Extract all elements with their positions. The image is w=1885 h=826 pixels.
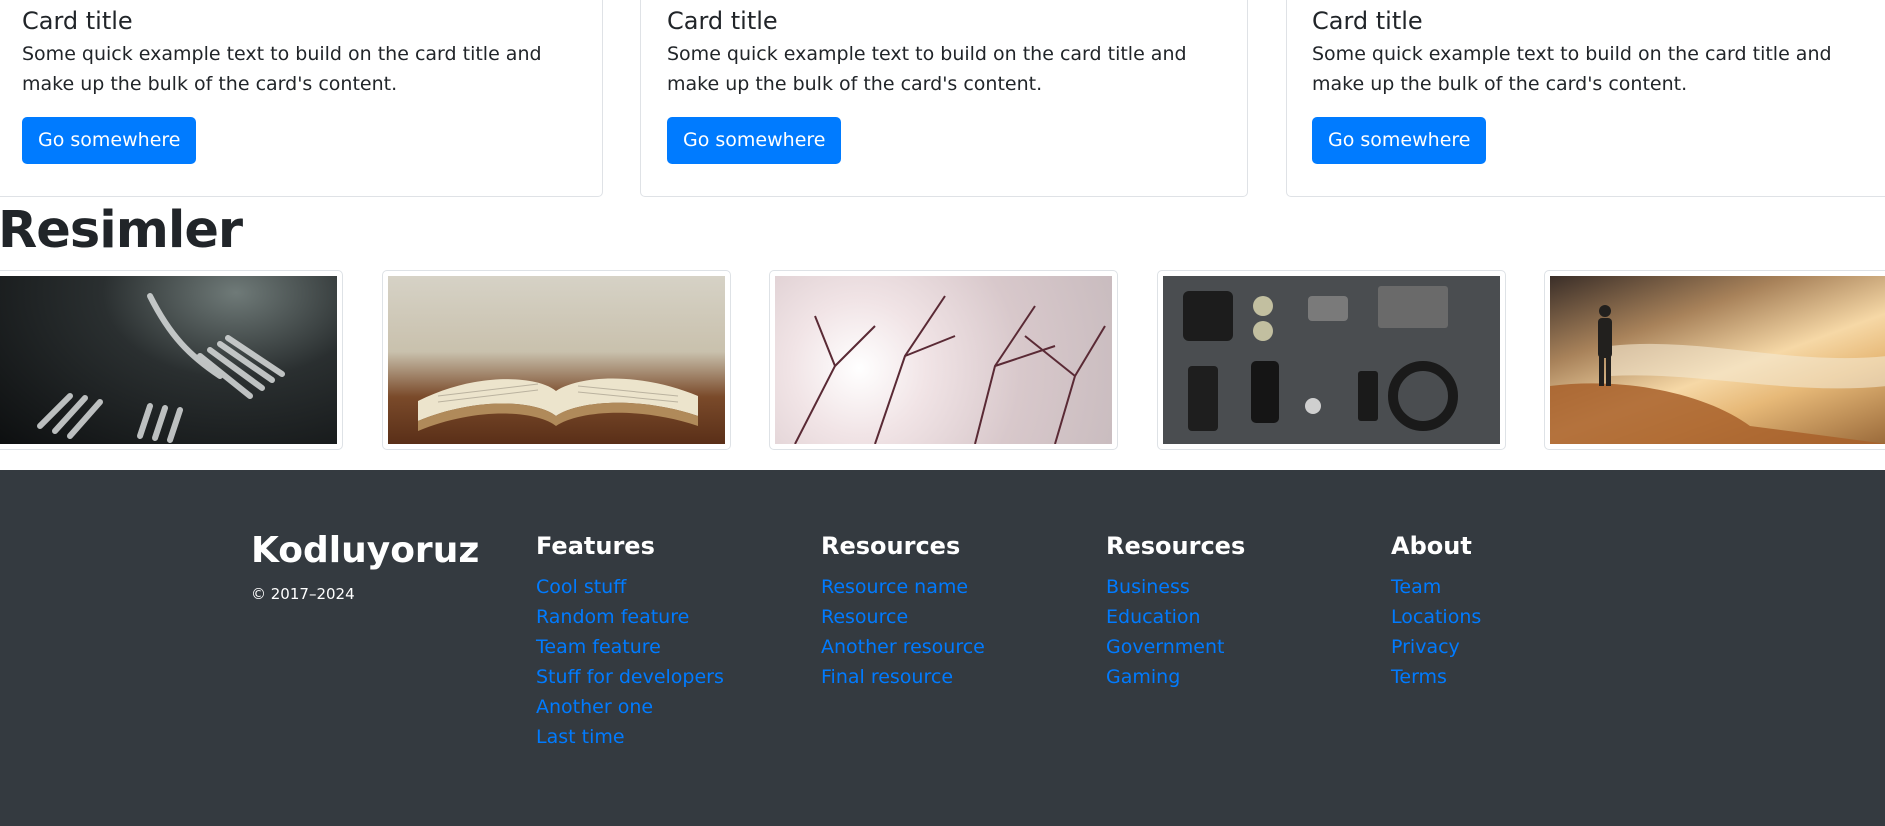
footer-link[interactable]: Final resource xyxy=(821,666,953,688)
footer-link-list: Cool stuff Random feature Team feature S… xyxy=(536,572,724,752)
gallery-thumbnail[interactable] xyxy=(382,270,731,450)
footer-link[interactable]: Privacy xyxy=(1391,636,1460,658)
footer-link[interactable]: Terms xyxy=(1391,666,1447,688)
go-somewhere-button[interactable]: Go somewhere xyxy=(1312,117,1487,164)
branches-illustration xyxy=(794,295,1106,444)
footer-link[interactable]: Education xyxy=(1106,606,1201,628)
footer-copyright: © 2017–2024 xyxy=(251,585,355,603)
footer-link[interactable]: Locations xyxy=(1391,606,1481,628)
card: Card title Some quick example text to bu… xyxy=(640,0,1248,197)
footer: Kodluyoruz © 2017–2024 Features Cool stu… xyxy=(0,470,1885,826)
go-somewhere-button[interactable]: Go somewhere xyxy=(667,117,842,164)
footer-link[interactable]: Another one xyxy=(536,696,653,718)
footer-link[interactable]: Business xyxy=(1106,576,1190,598)
footer-link[interactable]: Cool stuff xyxy=(536,576,626,598)
forks-illustration xyxy=(37,293,285,443)
footer-column-resources-2: Resources Business Education Government … xyxy=(1106,530,1245,692)
footer-link[interactable]: Government xyxy=(1106,636,1225,658)
footer-link[interactable]: Resource xyxy=(821,606,908,628)
accessories-illustration xyxy=(1183,286,1458,431)
gallery-thumbnail[interactable] xyxy=(1544,270,1885,450)
footer-column-about: About Team Locations Privacy Terms xyxy=(1391,530,1481,692)
open-book-image xyxy=(388,276,725,444)
footer-link[interactable]: Stuff for developers xyxy=(536,666,724,688)
footer-link-list: Team Locations Privacy Terms xyxy=(1391,572,1481,692)
forks-image xyxy=(0,276,337,444)
footer-link-list: Business Education Government Gaming xyxy=(1106,572,1245,692)
footer-link[interactable]: Gaming xyxy=(1106,666,1180,688)
tree-branches-image xyxy=(775,276,1112,444)
card: Card title Some quick example text to bu… xyxy=(0,0,603,197)
footer-link[interactable]: Another resource xyxy=(821,636,985,658)
card-title: Card title xyxy=(22,7,133,35)
footer-link[interactable]: Random feature xyxy=(536,606,689,628)
gallery-thumbnail[interactable] xyxy=(0,270,343,450)
gallery-thumbnail[interactable] xyxy=(1157,270,1506,450)
footer-link[interactable]: Resource name xyxy=(821,576,968,598)
card-text: Some quick example text to build on the … xyxy=(1312,43,1832,95)
footer-brand: Kodluyoruz xyxy=(251,530,480,571)
footer-column-title: Features xyxy=(536,532,655,560)
card: Card title Some quick example text to bu… xyxy=(1286,0,1885,197)
footer-column-resources: Resources Resource name Resource Another… xyxy=(821,530,985,692)
footer-link[interactable]: Team xyxy=(1391,576,1441,598)
card-title: Card title xyxy=(667,7,778,35)
card-text: Some quick example text to build on the … xyxy=(22,43,542,95)
footer-link[interactable]: Team feature xyxy=(536,636,661,658)
footer-column-title: About xyxy=(1391,532,1472,560)
person-by-sea-image xyxy=(1550,276,1885,444)
cards-row: Card title Some quick example text to bu… xyxy=(0,0,1885,200)
book-illustration xyxy=(418,378,698,431)
footer-column-title: Resources xyxy=(821,532,961,560)
gallery-title: Resimler xyxy=(0,201,243,260)
seaside-illustration xyxy=(1550,305,1885,444)
card-text: Some quick example text to build on the … xyxy=(667,43,1187,95)
footer-link-list: Resource name Resource Another resource … xyxy=(821,572,985,692)
footer-column-features: Features Cool stuff Random feature Team … xyxy=(536,530,724,752)
card-title: Card title xyxy=(1312,7,1423,35)
accessories-flatlay-image xyxy=(1163,276,1500,444)
gallery-thumbnail[interactable] xyxy=(769,270,1118,450)
footer-link[interactable]: Last time xyxy=(536,726,625,748)
footer-column-title: Resources xyxy=(1106,532,1246,560)
go-somewhere-button[interactable]: Go somewhere xyxy=(22,117,197,164)
